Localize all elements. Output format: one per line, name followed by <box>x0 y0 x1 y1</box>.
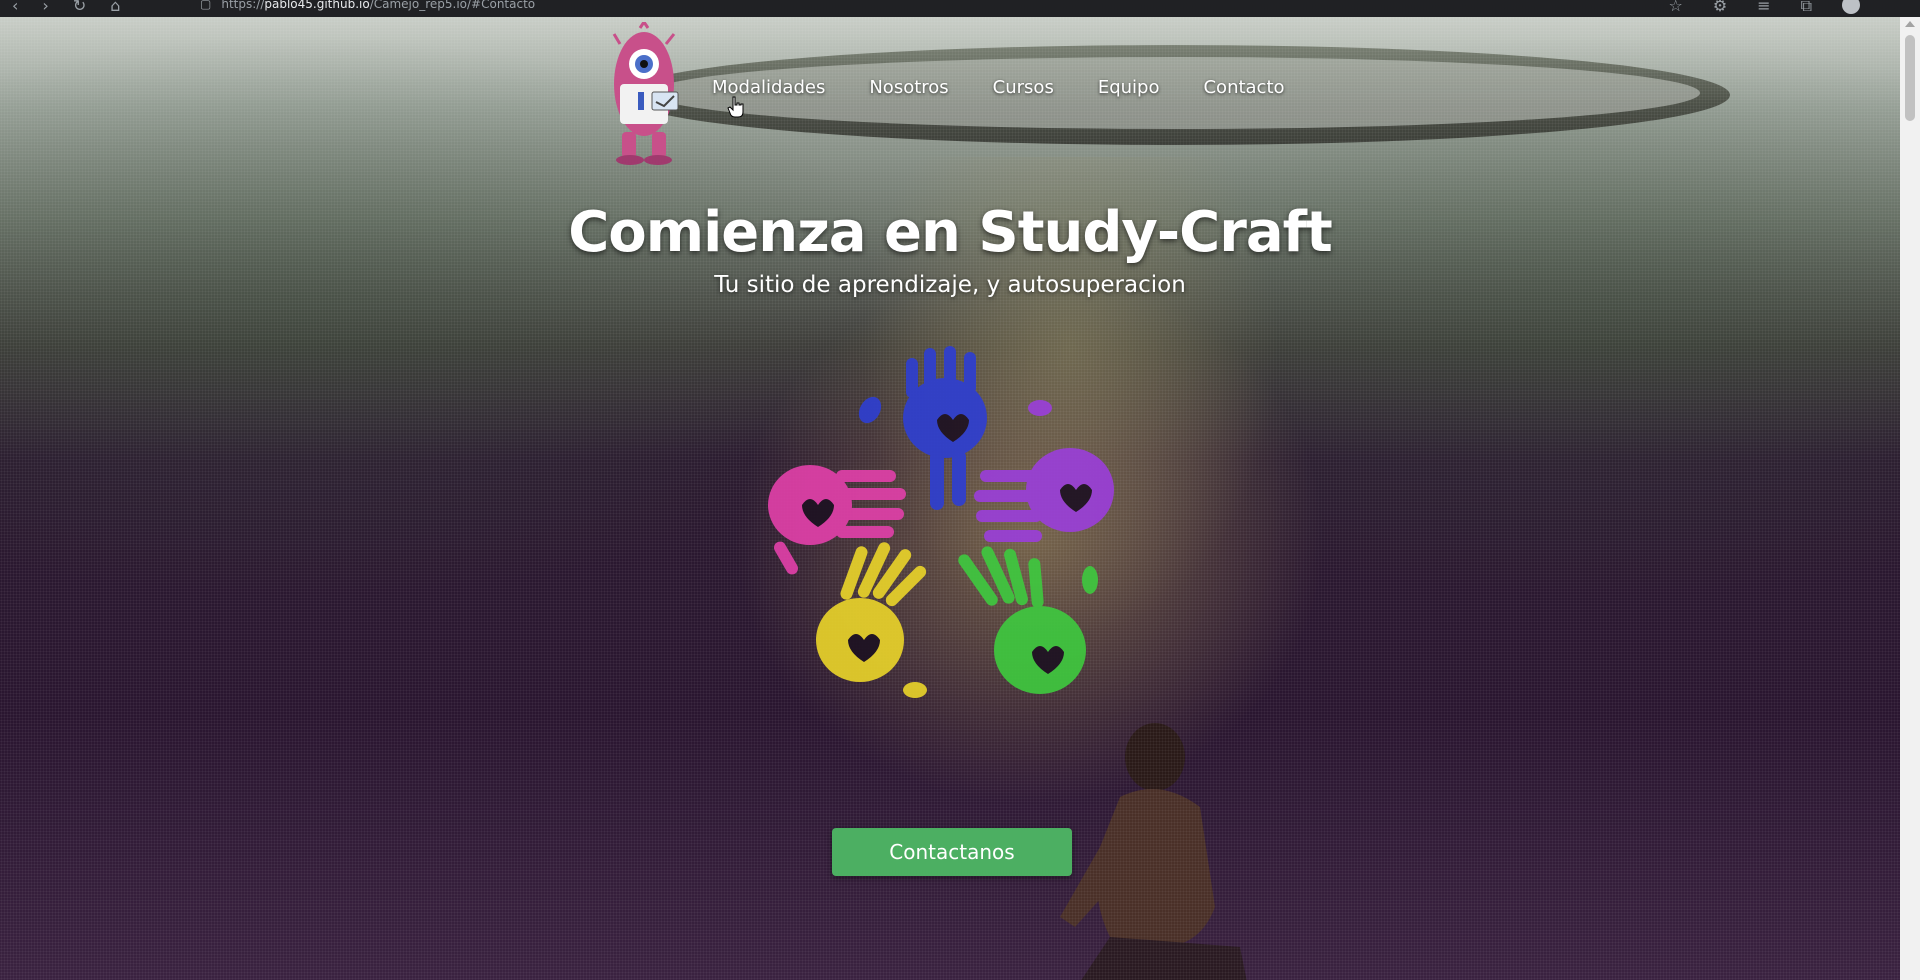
url-host: pablo45.github.io <box>264 0 370 11</box>
nav-item-contacto: Contacto <box>1203 77 1284 98</box>
nav-item-cursos: Cursos <box>993 77 1054 98</box>
reading-list-icon[interactable]: ≡ <box>1757 0 1770 16</box>
boy-silhouette-image <box>1060 723 1247 980</box>
back-icon[interactable]: ‹ <box>12 0 18 15</box>
extensions-icon[interactable]: ⚙ <box>1713 0 1727 16</box>
forward-icon[interactable]: › <box>42 0 48 15</box>
study-craft-logo[interactable] <box>600 22 692 167</box>
nav-link-cursos[interactable]: Cursos <box>993 77 1054 98</box>
page: ‹ › ↻ ⌂ ▢ https://pablo45.github.io/Came… <box>0 0 1920 980</box>
url-text: https://pablo45.github.io/Camejo_rep5.io… <box>221 0 535 11</box>
hero-subtitle: Tu sitio de aprendizaje, y autosuperacio… <box>714 272 1186 298</box>
nav-link-contacto[interactable]: Contacto <box>1203 77 1284 98</box>
nav-link-equipo[interactable]: Equipo <box>1098 77 1160 98</box>
green-handprint <box>958 546 1098 694</box>
favorite-icon[interactable]: ☆ <box>1668 0 1682 16</box>
site-info-icon[interactable]: ▢ <box>200 0 211 11</box>
browser-toolbar: ‹ › ↻ ⌂ ▢ https://pablo45.github.io/Came… <box>0 0 1920 17</box>
refresh-icon[interactable]: ↻ <box>73 0 86 15</box>
scroll-up-arrow-icon[interactable] <box>1905 21 1915 27</box>
url-path: /Camejo_rep5.io/#Contacto <box>369 0 536 11</box>
collections-icon[interactable]: ⧉ <box>1801 0 1812 16</box>
handprints-emblem-image <box>768 346 1114 698</box>
url-prefix: https:// <box>221 0 265 11</box>
scrollbar-thumb[interactable] <box>1905 35 1915 121</box>
home-icon[interactable]: ⌂ <box>110 0 120 15</box>
hand-pointer-cursor-icon <box>727 96 744 118</box>
nav-link-modalidades[interactable]: Modalidades <box>712 77 825 98</box>
contactanos-button[interactable]: Contactanos <box>832 828 1072 876</box>
page-scrollbar[interactable] <box>1900 17 1920 980</box>
yellow-handprint <box>816 542 927 698</box>
nav-item-nosotros: Nosotros <box>869 77 948 98</box>
hero-title: Comienza en Study-Craft <box>568 200 1333 265</box>
browser-right-icons: ☆ ⚙ ≡ ⧉ <box>1668 0 1860 16</box>
browser-nav-icons: ‹ › ↻ ⌂ <box>12 0 120 15</box>
nav-links: Modalidades Nosotros Cursos Equipo Conta… <box>712 77 1285 98</box>
nav-item-modalidades: Modalidades <box>712 77 825 98</box>
nav-item-equipo: Equipo <box>1098 77 1160 98</box>
main-navbar: Modalidades Nosotros Cursos Equipo Conta… <box>600 17 1285 165</box>
address-bar[interactable]: ▢ https://pablo45.github.io/Camejo_rep5.… <box>200 0 535 11</box>
nav-link-nosotros[interactable]: Nosotros <box>869 77 948 98</box>
purple-handprint <box>974 400 1114 542</box>
profile-avatar[interactable] <box>1842 0 1860 14</box>
